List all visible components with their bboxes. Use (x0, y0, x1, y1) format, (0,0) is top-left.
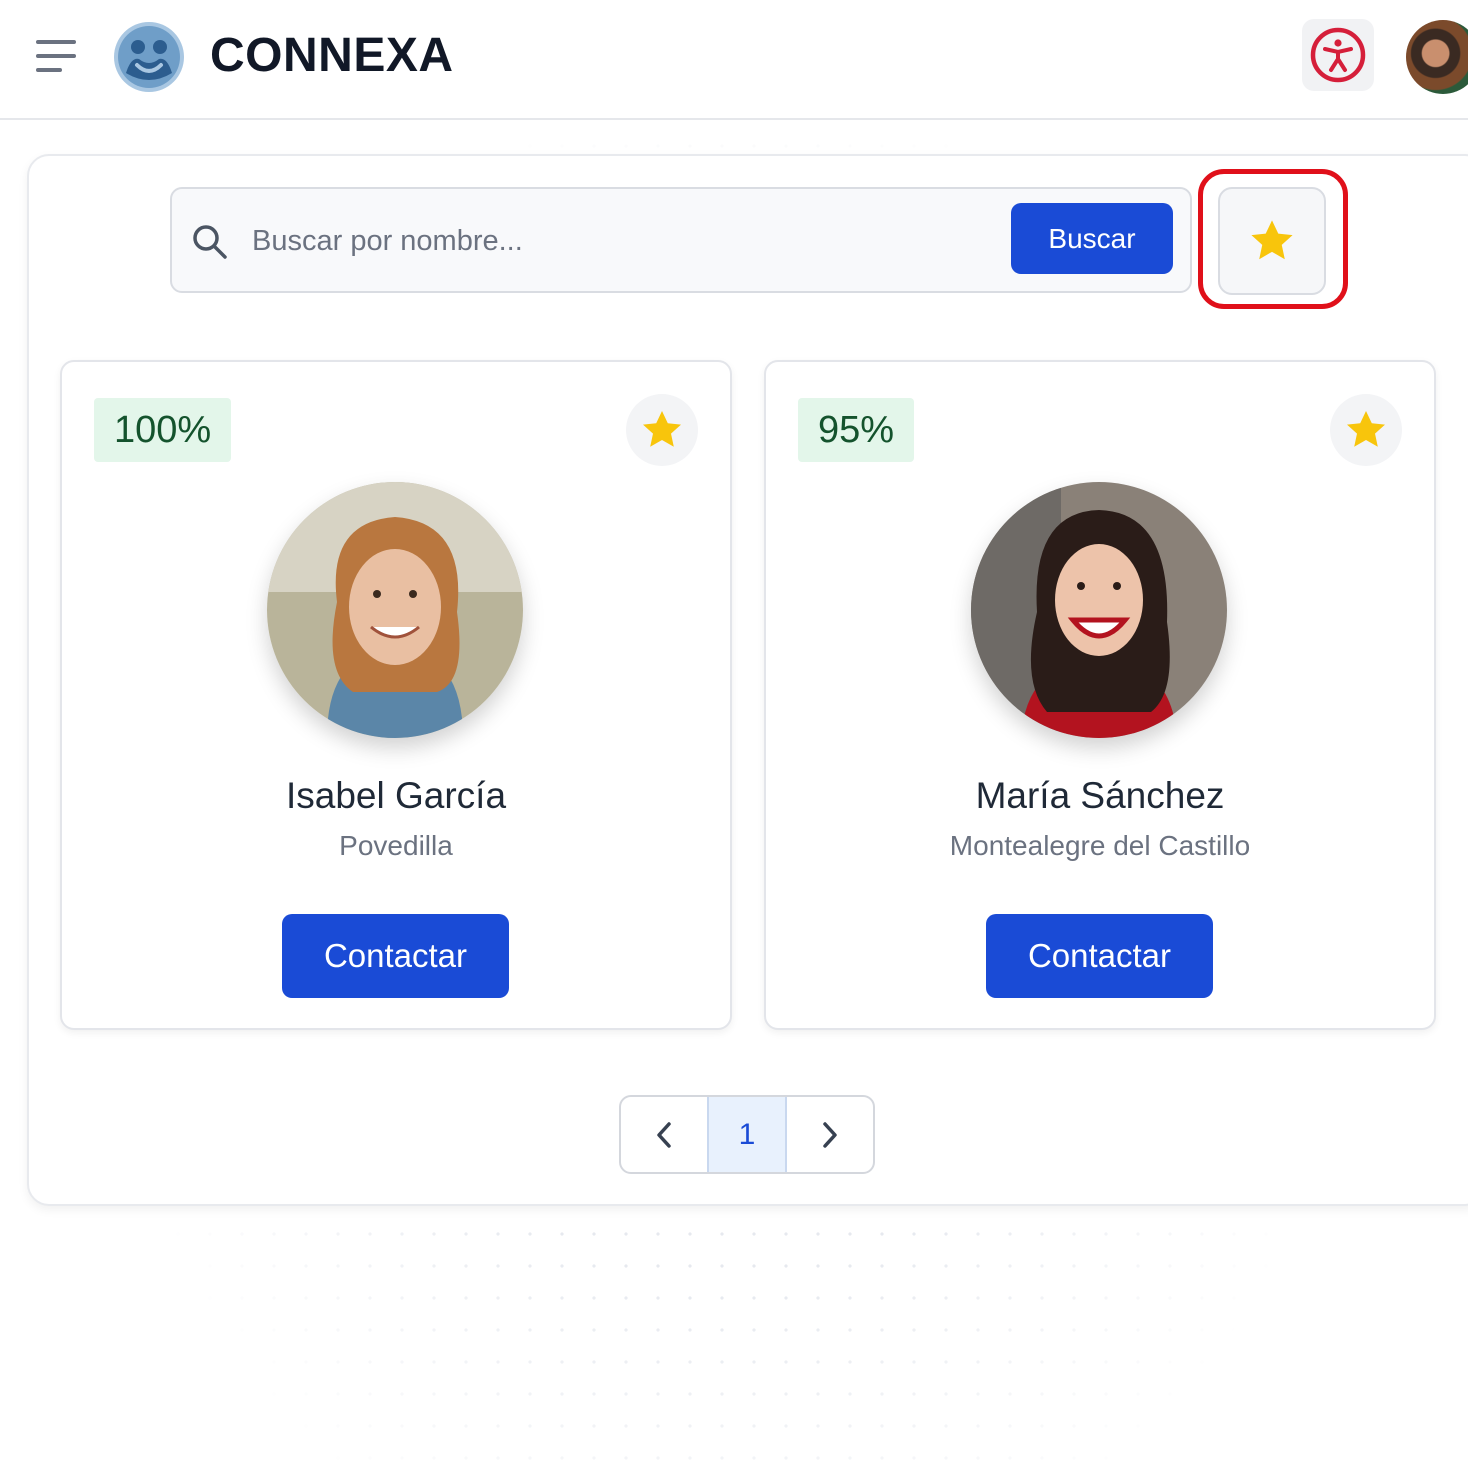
previous-page-button[interactable] (621, 1097, 707, 1172)
chevron-left-icon (657, 1121, 671, 1148)
profile-location: Montealegre del Castillo (949, 830, 1251, 861)
page-1-button[interactable]: 1 (706, 1097, 788, 1172)
search-button[interactable]: Buscar (1011, 203, 1173, 274)
match-badge: 100% (94, 398, 232, 462)
top-bar: CONNEXA (0, 0, 1468, 120)
contact-button[interactable]: Contactar (986, 914, 1213, 998)
profile-card: 100% Isabel García Povedilla Contactar (60, 360, 732, 1030)
favorite-button[interactable] (1330, 394, 1402, 466)
star-icon (643, 411, 681, 447)
star-icon (1251, 220, 1293, 260)
accessibility-icon (1310, 27, 1366, 83)
search-icon (190, 222, 230, 262)
chevron-right-icon (823, 1121, 837, 1148)
profile-card: 95% María Sánchez Montealegre del Castil… (764, 360, 1436, 1030)
accessibility-button[interactable] (1302, 19, 1374, 91)
pagination: 1 (619, 1095, 875, 1174)
match-badge: 95% (798, 398, 915, 462)
people-logo-icon (113, 21, 185, 93)
profile-location: Povedilla (339, 830, 453, 861)
next-page-button[interactable] (787, 1097, 873, 1172)
profile-name: María Sánchez (975, 775, 1225, 816)
star-icon (1347, 411, 1385, 447)
profile-name: Isabel García (285, 775, 507, 816)
contact-button[interactable]: Contactar (282, 914, 509, 998)
profile-photo (267, 482, 523, 738)
profile-photo (971, 482, 1227, 738)
user-avatar[interactable] (1406, 20, 1468, 94)
brand-name: CONNEXA (210, 29, 454, 82)
search-input[interactable] (252, 218, 992, 264)
hamburger-menu-icon[interactable] (36, 40, 78, 74)
favorites-filter-button[interactable] (1218, 187, 1326, 295)
favorite-button[interactable] (626, 394, 698, 466)
